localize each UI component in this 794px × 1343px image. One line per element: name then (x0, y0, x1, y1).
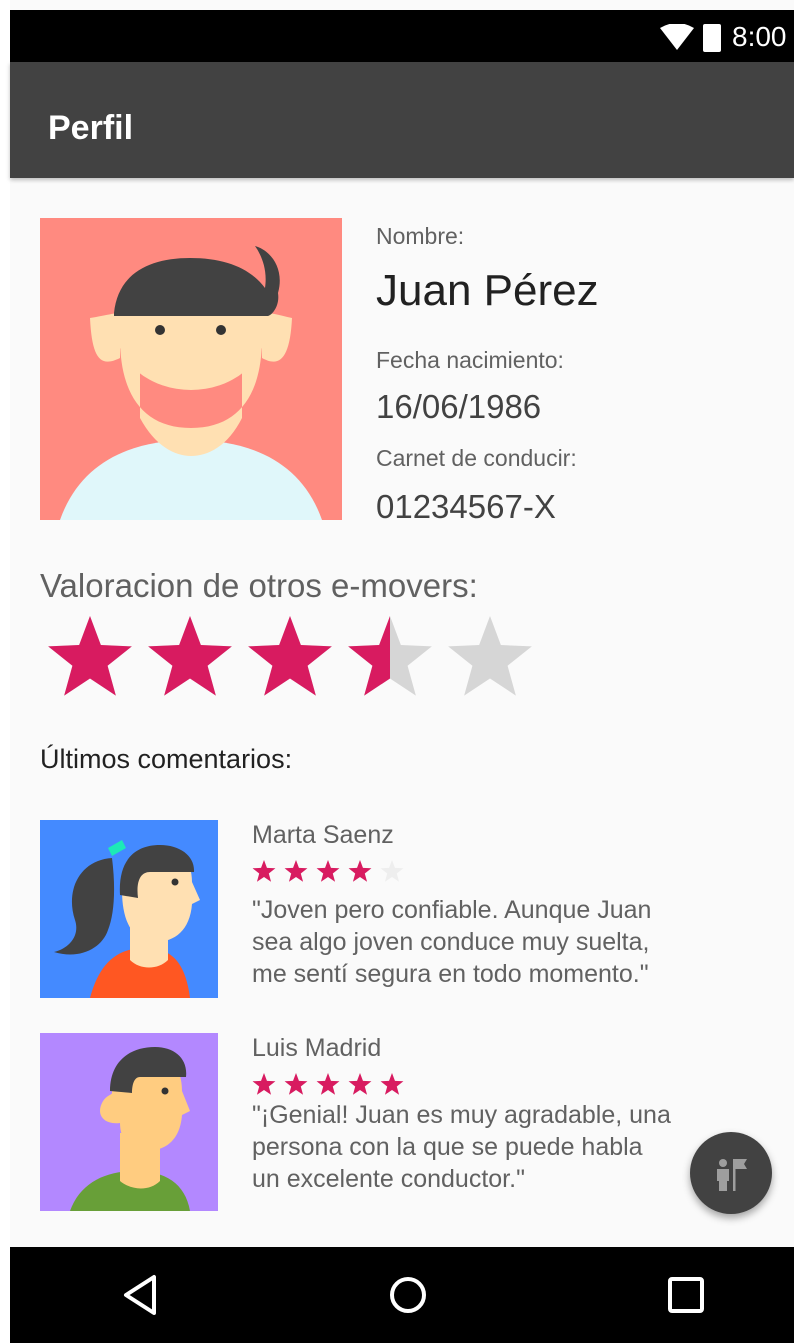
screen-edge (0, 0, 10, 1343)
wifi-icon (660, 24, 694, 50)
comment-text-line: un excelente conductor." (252, 1165, 525, 1193)
guide-flag-icon (717, 1159, 747, 1191)
birth-date-value: 16/06/1986 (376, 388, 542, 425)
comment-author: Marta Saenz (252, 821, 394, 849)
license-label: Carnet de conducir: (376, 445, 577, 471)
comments-heading: Últimos comentarios: (40, 744, 293, 774)
profile-rating-stars (48, 616, 532, 696)
comment-text-line: "Joven pero confiable. Aunque Juan (252, 896, 652, 924)
star-filled (348, 1073, 372, 1095)
battery-icon (703, 24, 721, 52)
star-filled (248, 616, 332, 696)
star-filled (316, 1073, 340, 1095)
comment-text: "¡Genial! Juan es muy agradable, una per… (252, 1099, 732, 1195)
license-value: 01234567-X (376, 488, 556, 525)
page-title: Perfil (48, 109, 134, 147)
comment-text-line: me sentí segura en todo momento." (252, 960, 649, 988)
comment-rating-stars (252, 860, 404, 882)
star-filled (316, 860, 340, 882)
comment-text-line: persona con la que se puede habla (252, 1133, 643, 1161)
star-empty (448, 616, 532, 696)
star-filled (380, 1073, 404, 1095)
status-time: 8:00 (732, 21, 787, 52)
profile-avatar (40, 218, 342, 520)
status-bar: 8:00 (10, 10, 794, 62)
star-filled (48, 616, 132, 696)
star-filled (284, 1073, 308, 1095)
comment-author: Luis Madrid (252, 1034, 382, 1062)
comment-text-line: "¡Genial! Juan es muy agradable, una (252, 1101, 671, 1129)
star-filled (348, 860, 372, 882)
star-filled (148, 616, 232, 696)
comment-avatar-luis (40, 1033, 218, 1211)
rating-title: Valoracion de otros e-movers: (40, 567, 478, 604)
navigation-bar (10, 1247, 794, 1343)
star-empty (380, 860, 404, 882)
recents-icon[interactable] (662, 1271, 710, 1319)
back-icon[interactable] (118, 1271, 166, 1319)
star-filled (284, 860, 308, 882)
profile-name: Juan Pérez (376, 266, 599, 315)
name-label: Nombre: (376, 223, 465, 249)
home-icon[interactable] (384, 1271, 432, 1319)
comment-text: "Joven pero confiable. Aunque Juan sea a… (252, 894, 732, 990)
star-filled (252, 860, 276, 882)
comment-text-line: sea algo joven conduce muy suelta, (252, 928, 650, 956)
comment-avatar-marta (40, 820, 218, 998)
guide-fab-button[interactable] (690, 1132, 772, 1214)
star-filled (252, 1073, 276, 1095)
comment-rating-stars (252, 1073, 404, 1095)
birth-date-label: Fecha nacimiento: (376, 347, 564, 373)
app-bar: Perfil (10, 62, 794, 178)
